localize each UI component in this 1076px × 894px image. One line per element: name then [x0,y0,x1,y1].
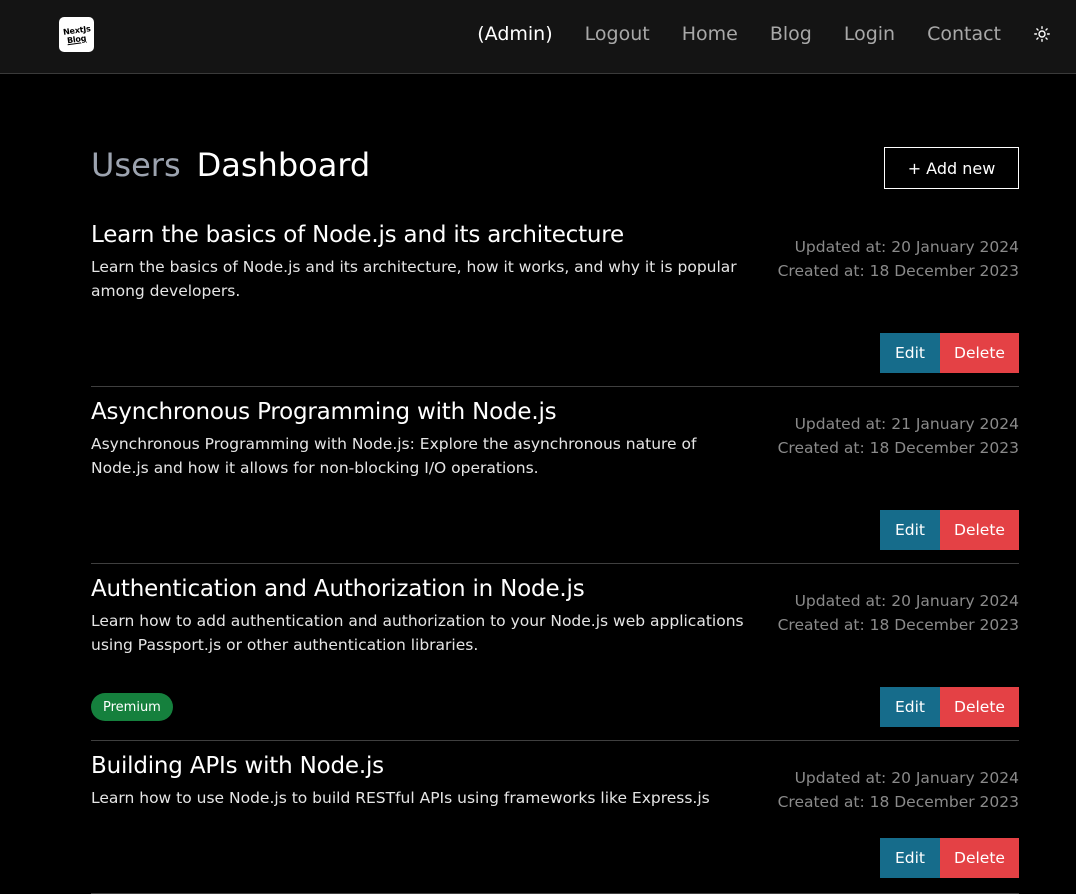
post-actions: Edit Delete [880,510,1019,550]
nav-admin[interactable]: (Admin) [477,23,552,45]
post-title[interactable]: Learn the basics of Node.js and its arch… [91,222,624,248]
delete-button[interactable]: Delete [940,687,1019,727]
post-title[interactable]: Asynchronous Programming with Node.js [91,399,557,425]
post-item: Learn the basics of Node.js and its arch… [91,210,1019,387]
delete-button[interactable]: Delete [940,838,1019,878]
edit-button[interactable]: Edit [880,510,940,550]
dashboard-main: Users Dashboard + Add new Learn the basi… [91,140,1019,894]
edit-button[interactable]: Edit [880,687,940,727]
add-new-button[interactable]: + Add new [884,147,1019,189]
post-dates: Updated at: 20 January 2024 Created at: … [778,589,1019,637]
post-description: Learn the basics of Node.js and its arch… [91,258,737,300]
post-item: Asynchronous Programming with Node.js As… [91,387,1019,564]
site-logo[interactable]: NextJs Blog [59,17,94,52]
post-description: Learn how to use Node.js to build RESTfu… [91,789,710,807]
page-title-prefix: Users [91,146,181,184]
post-created: Created at: 18 December 2023 [777,616,1019,634]
post-created: Created at: 18 December 2023 [777,793,1019,811]
nav-login[interactable]: Login [844,23,895,45]
post-dates: Updated at: 20 January 2024 Created at: … [778,235,1019,283]
page-title-main: Dashboard [196,146,371,184]
page-title: Users Dashboard + Add new [91,140,1019,190]
post-dates: Updated at: 20 January 2024 Created at: … [778,766,1019,814]
post-created: Created at: 18 December 2023 [777,262,1019,280]
sun-icon[interactable] [1033,25,1051,43]
delete-button[interactable]: Delete [940,510,1019,550]
post-description: Learn how to add authentication and auth… [91,612,744,654]
post-title[interactable]: Building APIs with Node.js [91,753,384,779]
post-title[interactable]: Authentication and Authorization in Node… [91,576,585,602]
nav-logout[interactable]: Logout [585,23,650,45]
post-description: Asynchronous Programming with Node.js: E… [91,435,697,477]
post-dates: Updated at: 21 January 2024 Created at: … [778,412,1019,460]
post-actions: Edit Delete [880,333,1019,373]
post-created: Created at: 18 December 2023 [777,439,1019,457]
main-nav: (Admin) Logout Home Blog Login Contact [477,20,1076,48]
post-updated: Updated at: 20 January 2024 [794,592,1019,610]
post-item: Building APIs with Node.js Learn how to … [91,741,1019,894]
logo-line-2: Blog [66,33,87,45]
edit-button[interactable]: Edit [880,838,940,878]
premium-badge: Premium [91,693,173,721]
site-header: NextJs Blog (Admin) Logout Home Blog Log… [0,0,1076,74]
post-updated: Updated at: 21 January 2024 [794,415,1019,433]
post-updated: Updated at: 20 January 2024 [794,238,1019,256]
post-actions: Edit Delete [880,838,1019,878]
post-actions: Edit Delete [880,687,1019,727]
post-updated: Updated at: 20 January 2024 [794,769,1019,787]
nav-contact[interactable]: Contact [927,23,1001,45]
delete-button[interactable]: Delete [940,333,1019,373]
nav-home[interactable]: Home [682,23,738,45]
nav-blog[interactable]: Blog [770,23,812,45]
post-item: Authentication and Authorization in Node… [91,564,1019,741]
edit-button[interactable]: Edit [880,333,940,373]
